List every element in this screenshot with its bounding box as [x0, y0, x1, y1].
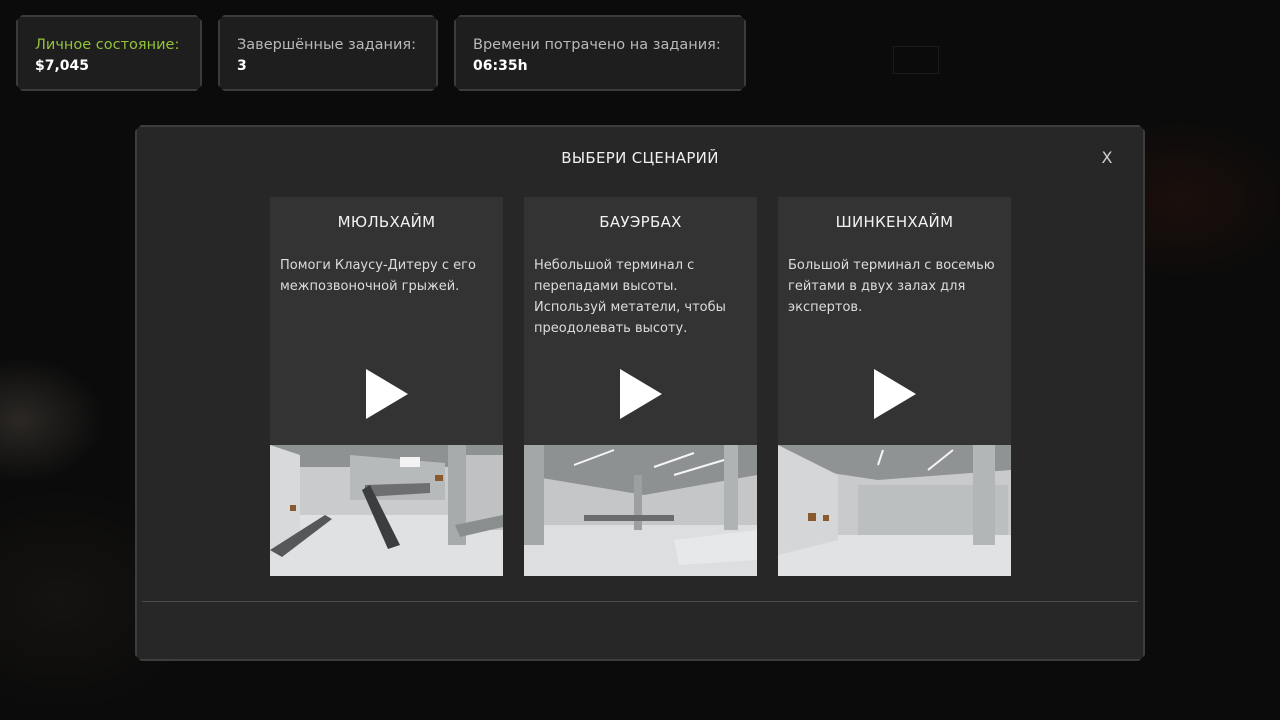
stat-time-spent: Времени потрачено на задания: 06:35h	[454, 15, 746, 91]
play-icon[interactable]	[366, 369, 408, 419]
scenario-preview-image	[524, 445, 757, 576]
stat-value: $7,045	[35, 58, 90, 74]
modal-title: ВЫБЕРИ СЦЕНАРИЙ	[561, 149, 719, 167]
play-icon[interactable]	[874, 369, 916, 419]
stat-label: Личное состояние:	[35, 37, 180, 53]
scenario-card-muelheim[interactable]: МЮЛЬХАЙМ Помоги Клаусу-Дитеру с его межп…	[270, 197, 503, 576]
scenario-card-bauerbach[interactable]: БАУЭРБАХ Небольшой терминал с перепадами…	[524, 197, 757, 576]
stat-completed-tasks: Завершённые задания: 3	[218, 15, 438, 91]
stat-label: Завершённые задания:	[237, 37, 416, 53]
scenario-title: ШИНКЕНХАЙМ	[835, 213, 954, 231]
scenario-preview-image	[270, 445, 503, 576]
scenario-description: Большой терминал с восемью гейтами в дву…	[788, 258, 995, 315]
scenario-preview-image	[778, 445, 1011, 576]
background-frame	[893, 46, 939, 74]
stat-value: 3	[237, 58, 247, 74]
stat-label: Времени потрачено на задания:	[473, 37, 721, 53]
modal-divider	[142, 601, 1138, 602]
scenario-description: Небольшой терминал с перепадами высоты. …	[534, 258, 726, 336]
close-button[interactable]: X	[1097, 148, 1117, 168]
stat-personal-wealth: Личное состояние: $7,045	[16, 15, 202, 91]
scenario-description: Помоги Клаусу-Дитеру с его межпозвоночно…	[280, 258, 476, 294]
scenario-title: МЮЛЬХАЙМ	[337, 213, 436, 231]
play-icon[interactable]	[620, 369, 662, 419]
scenario-title: БАУЭРБАХ	[599, 213, 682, 231]
scenario-card-schinkenheim[interactable]: ШИНКЕНХАЙМ Большой терминал с восемью ге…	[778, 197, 1011, 576]
scenario-select-modal: ВЫБЕРИ СЦЕНАРИЙ X МЮЛЬХАЙМ Помоги Клаусу…	[135, 125, 1145, 661]
stat-value: 06:35h	[473, 58, 528, 74]
